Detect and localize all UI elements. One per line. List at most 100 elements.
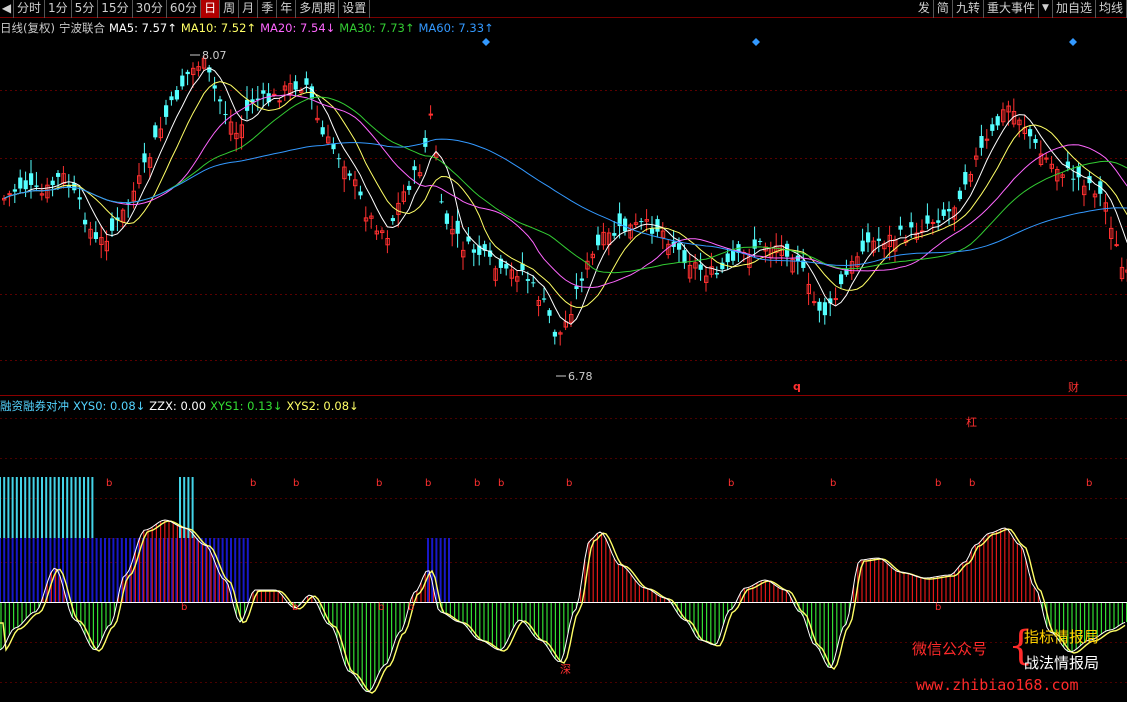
candle-body — [1033, 139, 1038, 143]
period-tab[interactable]: 日 — [201, 0, 221, 18]
period-tab[interactable]: 1分 — [45, 0, 72, 18]
candle-body — [963, 172, 968, 185]
marker-q[interactable]: q — [793, 380, 801, 393]
period-tab[interactable]: 设置 — [339, 0, 371, 18]
signal-b: b — [1086, 478, 1092, 489]
candle-body — [822, 302, 827, 316]
period-tab[interactable]: 30分 — [133, 0, 167, 18]
candle-body — [471, 249, 476, 253]
candle-body — [1028, 129, 1033, 137]
signal-b: b — [106, 478, 112, 489]
candle-body — [995, 116, 1000, 126]
period-tab[interactable]: 60分 — [167, 0, 202, 18]
candle-body — [1076, 166, 1081, 178]
ma10-value: MA10: 7.52↑ — [180, 21, 257, 35]
candle-body — [1071, 178, 1076, 180]
candle-body — [930, 221, 936, 224]
period-tab[interactable]: 年 — [277, 0, 297, 18]
marker-financial-report[interactable]: 财 — [1068, 380, 1079, 394]
kline-chart[interactable]: 8.07 6.78 q 财 杠 深 b b b b b b b b b b b b b b b b b b — [0, 0, 1127, 702]
candlesticks — [2, 55, 1127, 346]
signal-b: b — [830, 478, 836, 489]
candle-body — [542, 298, 547, 300]
candle-body — [72, 183, 77, 191]
candle-body — [272, 93, 277, 96]
candle-body — [212, 85, 217, 89]
signal-b: b — [425, 478, 431, 489]
watermark-line2: 战法情报局 — [1024, 654, 1100, 672]
period-tab[interactable]: 周 — [220, 0, 240, 18]
toolbar-button[interactable]: 简 — [934, 0, 953, 18]
indicator-legend: 融资融券对冲 XYS0: 0.08↓ ZZX: 0.00 XYS1: 0.13↓… — [0, 398, 359, 414]
candle-body — [18, 177, 23, 189]
ma20-value: MA20: 7.54↓ — [260, 21, 336, 35]
signal-b: b — [969, 478, 975, 489]
period-tab[interactable]: 15分 — [98, 0, 133, 18]
signal-b: b — [376, 478, 382, 489]
signal-b: b — [293, 478, 299, 489]
candle-body — [812, 301, 817, 304]
candle-body — [795, 255, 800, 262]
candle-body — [898, 225, 903, 230]
candle-body — [677, 243, 682, 250]
candle-body — [83, 219, 88, 225]
indicator-name[interactable]: 融资融券对冲 — [0, 398, 69, 414]
candle-body — [110, 218, 115, 231]
period-tab[interactable]: 季 — [258, 0, 278, 18]
watermark-url: www.zhibiao168.com — [916, 676, 1079, 694]
toolbar-button[interactable]: 重大事件 — [984, 0, 1039, 18]
signal-b: b — [498, 478, 504, 489]
watermark-wechat: 微信公众号 — [912, 640, 988, 658]
high-price-label: 8.07 — [202, 49, 227, 62]
stock-name[interactable]: 宁波联合 — [59, 20, 105, 36]
period-tabs: ◀ 分时 1分 5分 15分 30分 60分日周月季年多周期 设置 — [0, 0, 371, 18]
candle-body — [839, 274, 844, 285]
event-diamond — [482, 38, 490, 46]
candle-body — [758, 241, 763, 243]
signal-b: b — [728, 478, 734, 489]
candle-body — [941, 209, 946, 216]
candle-body — [444, 213, 449, 224]
candle-body — [623, 218, 628, 232]
candle-body — [50, 180, 55, 186]
candle-body — [390, 218, 395, 222]
candle-body — [293, 81, 298, 90]
candle-body — [261, 90, 266, 94]
candle-body — [142, 153, 147, 163]
candle-body — [866, 232, 871, 243]
candle-body — [731, 250, 736, 261]
toolbar-button[interactable]: 发 — [915, 0, 934, 18]
candle-body — [412, 166, 417, 171]
candle-body — [223, 114, 228, 116]
signal-b: b — [181, 602, 187, 613]
toolbar-button[interactable]: 均线 — [1096, 0, 1127, 18]
candle-body — [936, 220, 941, 223]
candle-body — [153, 125, 158, 138]
candle-body — [29, 173, 34, 185]
candle-body — [1114, 244, 1119, 247]
candle-body — [7, 193, 12, 196]
candle-body — [439, 201, 444, 203]
event-diamond — [752, 38, 760, 46]
toolbar-button[interactable]: 加自选 — [1053, 0, 1096, 18]
candle-body — [428, 113, 434, 116]
toolbar-button[interactable]: 九转 — [953, 0, 984, 18]
period-tab[interactable]: 分时 — [14, 0, 46, 18]
candle-body — [180, 75, 185, 87]
candle-body — [504, 264, 509, 269]
candle-body — [164, 105, 169, 117]
xys1-value: XYS1: 0.13↓ — [210, 399, 283, 413]
dropdown-arrow-icon[interactable]: ▼ — [1039, 0, 1053, 18]
candle-body — [56, 173, 61, 177]
period-tab[interactable]: 多周期 — [296, 0, 340, 18]
period-tab[interactable]: 月 — [239, 0, 259, 18]
candle-body — [698, 264, 703, 270]
back-arrow-icon[interactable]: ◀ — [0, 0, 14, 18]
ma60-value: MA60: 7.33↑ — [418, 21, 494, 35]
candle-body — [23, 180, 28, 190]
period-toolbar: ◀ 分时 1分 5分 15分 30分 60分日周月季年多周期 设置 发简九转 重大事件 ▼ 加自选… — [0, 0, 1127, 18]
period-tab[interactable]: 5分 — [72, 0, 99, 18]
candle-body — [547, 310, 552, 316]
candle-body — [34, 185, 39, 187]
low-price-label: 6.78 — [568, 370, 593, 383]
